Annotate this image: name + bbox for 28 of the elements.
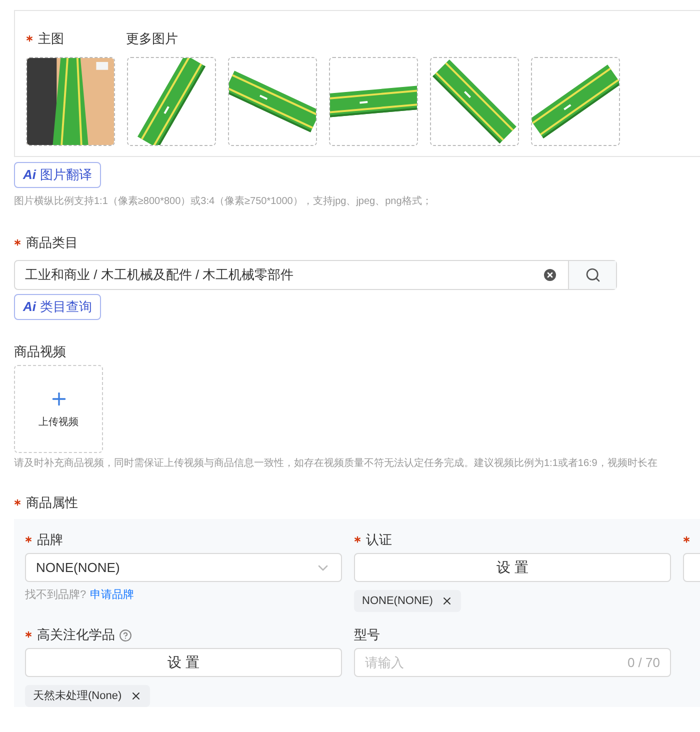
search-icon xyxy=(584,267,600,283)
video-hint: 请及时补充商品视频，同时需保证上传视频与商品信息一致性，如存在视频质量不符无法认定任务完成。建议视频比例为1:1或者16:9，视频时长在 xyxy=(14,456,658,471)
help-text: 找不到品牌? xyxy=(25,588,86,603)
tag: NONE(NONE) xyxy=(354,590,461,612)
search-button[interactable] xyxy=(568,261,616,289)
category-field[interactable]: 工业和商业 / 木工机械及配件 / 木工机械零部件 xyxy=(14,260,617,290)
settings-button[interactable]: 设 置 xyxy=(354,553,671,582)
image-translate-button[interactable]: Ai 图片翻译 xyxy=(14,162,101,188)
main-image-label: 主图 xyxy=(38,30,64,48)
image-hint: 图片横纵比例支持1:1（像素≥800*800）或3:4（像素≥750*1000），支持jpg、jpeg、png格式； xyxy=(14,194,433,209)
video-upload[interactable]: 上传视频 xyxy=(14,365,103,453)
apply-brand-link[interactable]: 申请品牌 xyxy=(90,587,134,604)
field-label: 高关注化学品 xyxy=(37,626,115,644)
select-field[interactable]: NONE(NONE) xyxy=(25,553,342,582)
help-icon[interactable] xyxy=(119,628,132,642)
category-query-button[interactable]: Ai 类目查询 xyxy=(14,294,101,320)
tag: 天然未处理(None) xyxy=(25,685,150,707)
remove-icon[interactable] xyxy=(440,595,453,607)
field-label: 品牌 xyxy=(37,531,63,550)
attributes-label: 商品属性 xyxy=(26,494,78,512)
field-label: 认证 xyxy=(366,531,392,550)
video-label: 商品视频 xyxy=(14,343,66,362)
more-images-label: 更多图片 xyxy=(126,30,178,48)
field-label: 型号 xyxy=(354,626,380,644)
clear-icon[interactable] xyxy=(542,267,558,283)
remove-icon[interactable] xyxy=(130,690,142,702)
category-label: 商品类目 xyxy=(26,234,78,252)
settings-button[interactable]: 设 置 xyxy=(25,648,342,677)
